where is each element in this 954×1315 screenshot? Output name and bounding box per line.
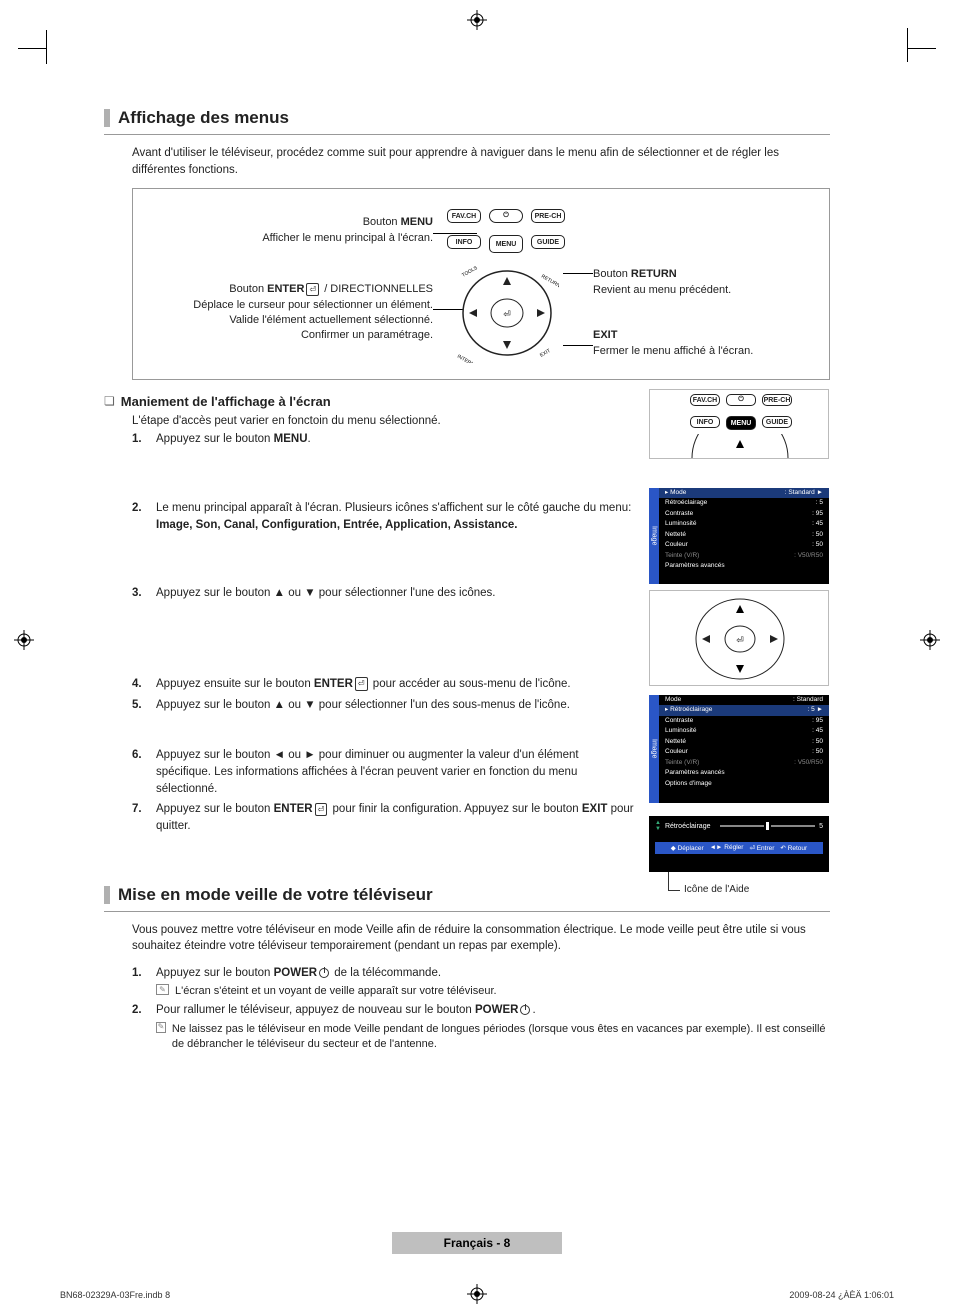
- menu-row: Teinte (V/R): V50/R50: [649, 551, 829, 561]
- dpad-partial-icon: [686, 434, 794, 458]
- menu-screen-1: Image ▸ Mode: Standard ►Rétroéclairage: …: [649, 488, 829, 584]
- svg-text:INTERNET: INTERNET: [456, 354, 481, 363]
- menu-row: Luminosité: 45: [649, 519, 829, 529]
- menu-row: Couleur: 50: [649, 540, 829, 550]
- remote-diagram: Bouton MENU Afficher le menu principal à…: [132, 188, 830, 380]
- remote-illustration: FAV.CH ⏻ PRE-CH INFO MENU GUIDE ⏎ TOOLS …: [437, 195, 587, 375]
- footer-right: 2009-08-24 ¿ÀÈÄ 1:06:01: [789, 1290, 894, 1300]
- menu-row: Couleur: 50: [649, 747, 829, 757]
- menu-row: Paramètres avancés: [649, 768, 829, 778]
- return-button-callout: Bouton RETURN Revient au menu précédent.: [593, 267, 813, 298]
- leader-line: [668, 872, 669, 890]
- menu-button-callout: Bouton MENU Afficher le menu principal à…: [143, 215, 433, 246]
- menu-row: Netteté: 50: [649, 530, 829, 540]
- menu-button-icon: MENU: [489, 235, 523, 253]
- prech-button-icon: PRE-CH: [531, 209, 565, 223]
- power-step-1: 1. Appuyez sur le bouton POWER de la tél…: [132, 965, 830, 982]
- divider: [104, 134, 830, 135]
- leader-line: [668, 890, 680, 891]
- registration-mark-icon: [14, 630, 34, 650]
- power-step-2: 2. Pour rallumer le téléviseur, appuyez …: [132, 1002, 830, 1019]
- svg-text:TOOLS: TOOLS: [461, 265, 479, 279]
- dpad-icon: ⏎ TOOLS RETURN INTERNET EXIT: [455, 263, 559, 363]
- remote-thumbnail-2: ⏎: [649, 590, 829, 686]
- power-icon: [520, 1005, 530, 1015]
- crop-mark: [18, 48, 46, 49]
- menu-row: Contraste: 95: [649, 509, 829, 519]
- section-title: Affichage des menus: [104, 108, 830, 128]
- divider: [104, 911, 830, 912]
- menu-row: Contraste: 95: [649, 716, 829, 726]
- crop-mark: [907, 28, 908, 62]
- svg-text:⏎: ⏎: [503, 309, 511, 319]
- note-icon: ✎: [156, 1022, 166, 1033]
- dpad-icon: ⏎: [686, 595, 794, 683]
- menu-row: Luminosité: 45: [649, 726, 829, 736]
- svg-text:⏎: ⏎: [736, 635, 744, 645]
- info-button-icon: INFO: [447, 235, 481, 249]
- crop-mark: [908, 48, 936, 49]
- power-icon: [319, 968, 329, 978]
- enter-button-callout: Bouton ENTER⏎ / DIRECTIONNELLES Déplace …: [143, 282, 433, 344]
- menu-screen-2: Image Mode: Standard▸ Rétroéclairage: 5 …: [649, 695, 829, 803]
- enter-icon: ⏎: [315, 803, 328, 817]
- section-heading: Mise en mode veille de votre téléviseur: [118, 885, 433, 905]
- intro-text: Avant d'utiliser le téléviseur, procédez…: [132, 145, 830, 178]
- guide-button-icon: GUIDE: [531, 235, 565, 249]
- enter-icon: ⏎: [306, 283, 319, 296]
- page-number: Français - 8: [392, 1232, 562, 1254]
- help-bar: ◆ Déplacer ◄► Régler ⏎ Entrer ↶ Retour: [655, 842, 823, 854]
- svg-text:EXIT: EXIT: [539, 348, 552, 359]
- intro-text: Vous pouvez mettre votre téléviseur en m…: [132, 922, 830, 955]
- registration-mark-icon: [467, 10, 487, 30]
- section-bar-icon: [104, 886, 110, 904]
- enter-icon: ⏎: [355, 677, 368, 691]
- slider-screen: ▲▼ Rétroéclairage 5 ◆ Déplacer ◄► Régler…: [649, 816, 829, 872]
- note-2: ✎ Ne laissez pas le téléviseur en mode V…: [156, 1022, 830, 1054]
- favch-button-icon: FAV.CH: [447, 209, 481, 223]
- remote-thumbnail-1: FAV.CH ⏻ PRE-CH INFO MENU GUIDE: [649, 389, 829, 459]
- svg-text:RETURN: RETURN: [540, 274, 559, 290]
- menu-row: Rétroéclairage: 5: [649, 498, 829, 508]
- registration-mark-icon: [467, 1284, 487, 1304]
- section-heading: Affichage des menus: [118, 108, 289, 128]
- menu-row: Paramètres avancés: [649, 561, 829, 571]
- registration-mark-icon: [920, 630, 940, 650]
- menu-row: Teinte (V/R): V50/R50: [649, 758, 829, 768]
- center-button-icon: ⏻: [489, 209, 523, 223]
- menu-row: ▸ Rétroéclairage: 5 ►: [649, 705, 829, 715]
- menu-row: Options d'image: [649, 779, 829, 789]
- menu-row: Netteté: 50: [649, 737, 829, 747]
- crop-mark: [46, 30, 47, 64]
- aide-label: Icône de l'Aide: [684, 884, 749, 895]
- menu-row: ▸ Mode: Standard ►: [649, 488, 829, 498]
- footer-left: BN68-02329A-03Fre.indb 8: [60, 1290, 170, 1300]
- section-bar-icon: [104, 109, 110, 127]
- note-icon: ✎: [156, 984, 169, 995]
- note-1: ✎ L'écran s'éteint et un voyant de veill…: [156, 984, 830, 1000]
- bullet-icon: ❏: [104, 394, 115, 408]
- menu-row: Mode: Standard: [649, 695, 829, 705]
- exit-button-callout: EXIT Fermer le menu affiché à l'écran.: [593, 328, 813, 359]
